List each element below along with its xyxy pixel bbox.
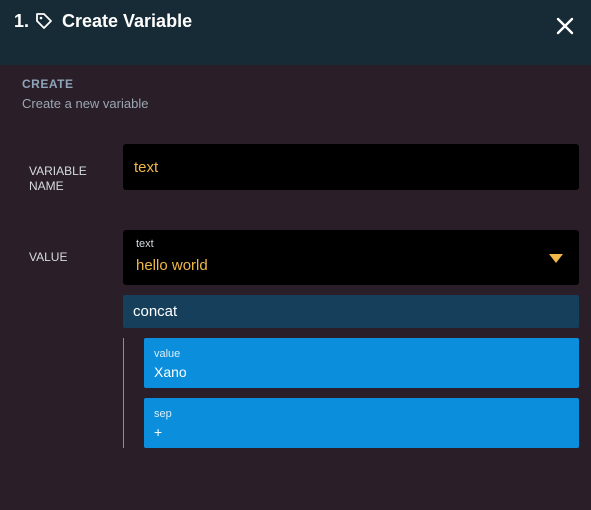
- tag-icon: [36, 13, 52, 29]
- arg-key: sep: [154, 408, 172, 420]
- value-text: hello world: [136, 257, 208, 274]
- filter-arg-value[interactable]: value Xano: [144, 338, 579, 388]
- step-number: 1.: [14, 11, 30, 31]
- value-type-label: text: [136, 238, 154, 250]
- arg-key: value: [154, 348, 181, 360]
- filter-args-guide-line: [123, 338, 124, 448]
- section-heading: CREATE: [22, 77, 74, 91]
- chevron-down-icon: [549, 254, 563, 263]
- arg-value: +: [154, 424, 163, 440]
- modal-title: Create Variable: [62, 11, 193, 31]
- filter-arg-sep[interactable]: sep +: [144, 398, 579, 448]
- variable-name-value: text: [134, 158, 159, 176]
- close-icon[interactable]: [553, 14, 577, 38]
- variable-name-input[interactable]: text: [123, 144, 579, 190]
- variable-name-label: VARIABLE NAME: [29, 164, 87, 193]
- value-select[interactable]: text hello world: [123, 230, 579, 285]
- filter-concat[interactable]: concat: [123, 295, 579, 328]
- value-label: VALUE: [29, 250, 68, 264]
- filter-name: concat: [133, 303, 178, 320]
- section-subtitle: Create a new variable: [22, 96, 149, 111]
- modal-header: 1. Create Variable: [0, 0, 591, 65]
- arg-value: Xano: [154, 364, 187, 380]
